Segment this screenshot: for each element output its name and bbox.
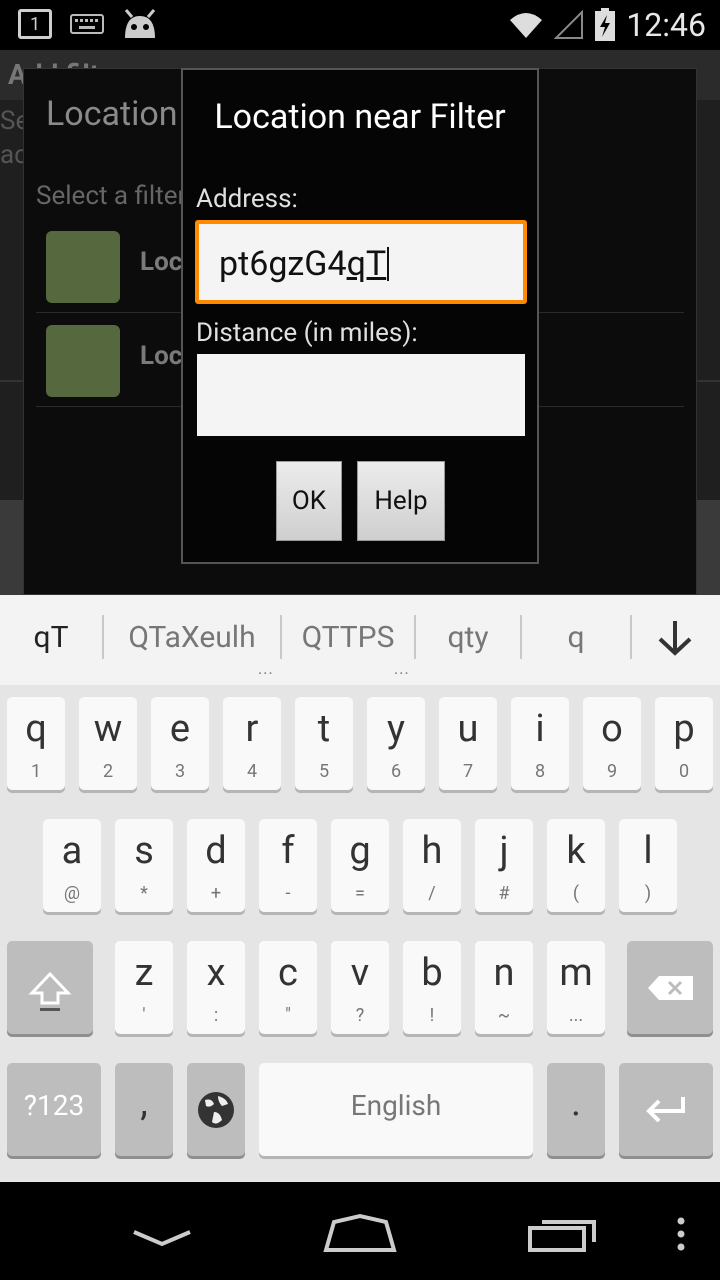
distance-field[interactable] [197, 354, 525, 436]
distance-label: Distance (in miles): [196, 318, 418, 348]
recents-icon[interactable] [526, 1214, 598, 1254]
address-field[interactable]: pt6gzG4qT [195, 220, 527, 304]
suggestion-item[interactable]: QTTPS [282, 620, 414, 655]
key-l[interactable]: l) [619, 819, 677, 912]
wifi-icon [510, 13, 543, 38]
location-near-filter-dialog: Location near Filter Address: pt6gzG4qT … [181, 68, 539, 564]
key-u[interactable]: u7 [439, 697, 497, 790]
comma-key[interactable]: , [115, 1063, 173, 1156]
dialog-title: Location near Filter [214, 97, 506, 137]
language-key[interactable] [187, 1063, 245, 1156]
key-n[interactable]: n ~ [475, 941, 533, 1034]
status-bar: 1 12:46 [0, 0, 720, 50]
key-d[interactable]: d + [187, 819, 245, 912]
enter-icon [646, 1097, 685, 1123]
suggestion-item[interactable]: QTaXeulh [104, 620, 280, 655]
key-x[interactable]: x: [187, 941, 245, 1034]
menu-icon[interactable] [674, 1216, 688, 1252]
android-robot-icon [124, 9, 156, 38]
key-j[interactable]: j # [475, 819, 533, 912]
key-h[interactable]: h / [403, 819, 461, 912]
key-r[interactable]: r4 [223, 697, 281, 790]
backspace-key[interactable] [627, 941, 713, 1034]
shift-icon [28, 971, 72, 1011]
ok-button[interactable]: OK [276, 461, 342, 541]
key-t[interactable]: t5 [295, 697, 353, 790]
text-caret [387, 247, 390, 281]
key-m[interactable]: m... [547, 941, 605, 1034]
suggestion-item[interactable]: qty [416, 620, 520, 655]
home-icon[interactable] [322, 1212, 398, 1256]
enter-key[interactable] [619, 1063, 713, 1156]
suggestion-strip: qT QTaXeulh ... QTTPS ... qty q [0, 595, 720, 685]
key-i[interactable]: i8 [511, 697, 569, 790]
key-b[interactable]: b! [403, 941, 461, 1034]
key-w[interactable]: w2 [79, 697, 137, 790]
clock: 12:46 [626, 6, 706, 44]
more-suggestions-dots: ... [394, 659, 410, 678]
shift-key[interactable] [7, 941, 93, 1034]
key-s[interactable]: s * [115, 819, 173, 912]
key-o[interactable]: o9 [583, 697, 641, 790]
address-value: pt6gzG4qT [219, 244, 390, 284]
battery-charging-icon [595, 8, 616, 41]
help-button[interactable]: Help [357, 461, 445, 541]
notification-badge-icon: 1 [18, 9, 52, 39]
dialog-title: Location [46, 94, 178, 134]
key-y[interactable]: y6 [367, 697, 425, 790]
globe-icon [198, 1092, 234, 1128]
key-f[interactable]: f- [259, 819, 317, 912]
key-v[interactable]: v? [331, 941, 389, 1034]
filter-option-icon [46, 325, 120, 397]
arrow-down-icon[interactable] [654, 617, 696, 659]
navigation-bar [0, 1182, 720, 1280]
key-z[interactable]: z ' [115, 941, 173, 1034]
more-suggestions-dots: ... [258, 659, 274, 678]
key-a[interactable]: a @ [43, 819, 101, 912]
filter-option-icon [46, 231, 120, 303]
suggestion-item[interactable]: q [522, 620, 630, 655]
cell-signal-icon [554, 10, 584, 39]
key-e[interactable]: e3 [151, 697, 209, 790]
suggestion-item[interactable]: qT [0, 620, 102, 655]
soft-keyboard: q1 w2 e3 r4 t5 y6 u7 i8 o9 p0 a @ s * d + f… [0, 685, 720, 1182]
key-g[interactable]: g = [331, 819, 389, 912]
symbols-key[interactable]: ?123 [7, 1063, 101, 1156]
backspace-icon [648, 976, 693, 1000]
key-p[interactable]: p0 [655, 697, 713, 790]
space-key[interactable]: English [259, 1063, 533, 1156]
keyboard-icon [70, 14, 104, 34]
address-label: Address: [196, 184, 298, 214]
key-q[interactable]: q1 [7, 697, 65, 790]
composing-text: qT [346, 244, 387, 284]
key-k[interactable]: k( [547, 819, 605, 912]
back-icon[interactable] [130, 1226, 194, 1250]
period-key[interactable]: . [547, 1063, 605, 1156]
key-c[interactable]: c " [259, 941, 317, 1034]
